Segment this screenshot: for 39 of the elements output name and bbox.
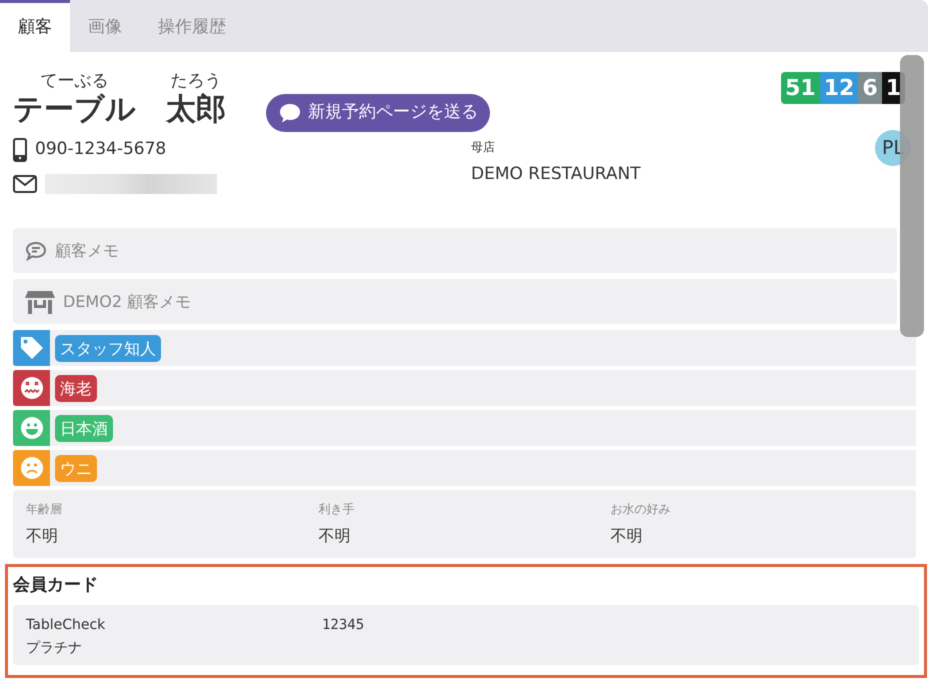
first-name: 太郎	[166, 92, 226, 128]
store-icon	[25, 290, 55, 314]
mail-icon	[13, 175, 37, 193]
dizzy-face-icon	[20, 376, 44, 400]
field-value: 不明	[318, 525, 352, 547]
tag-label[interactable]: 海老	[55, 374, 97, 402]
card-rank: プラチナ	[26, 638, 83, 658]
send-reservation-page-button[interactable]: 新規予約ページを送る	[266, 94, 490, 132]
sad-face-icon	[20, 456, 44, 480]
tag-label[interactable]: ウニ	[55, 454, 97, 482]
home-store: DEMO RESTAURANT	[471, 163, 641, 186]
mobile-phone-icon	[13, 138, 27, 162]
speech-bubble-icon	[25, 240, 47, 260]
visit-count-badge: 51	[781, 72, 820, 104]
name-reading: てーぶる	[40, 70, 108, 92]
field-label: 利き手	[318, 501, 356, 518]
name-reading: たろう	[170, 70, 222, 92]
section-title: 会員カード	[13, 574, 99, 597]
tab[interactable]: 顧客	[0, 0, 70, 52]
card-number: 12345	[322, 616, 366, 634]
phone-number: 090-1234-5678	[35, 138, 166, 162]
field-label: 母店	[471, 139, 496, 156]
visit-count-badge: 12	[820, 72, 858, 104]
tag-label[interactable]: スタッフ知人	[55, 334, 161, 362]
speech-bubble-icon	[278, 102, 302, 124]
field-value: 不明	[26, 525, 59, 547]
field-value: 不明	[610, 525, 644, 547]
card-brand: TableCheck	[26, 616, 106, 634]
smiley-face-icon	[20, 416, 44, 440]
tag-label[interactable]: 日本酒	[55, 414, 113, 442]
tag-icon	[18, 335, 44, 361]
visit-count-badge: 6	[858, 72, 882, 104]
memo-field[interactable]: DEMO2 顧客メモ	[13, 279, 897, 324]
tab[interactable]: 操作履歴	[140, 0, 244, 52]
field-label: お水の好み	[610, 501, 672, 518]
field-label: 年齢層	[26, 501, 63, 518]
tab[interactable]: 画像	[70, 0, 140, 52]
memo-field[interactable]: 顧客メモ	[13, 228, 897, 273]
last-name: テーブル	[13, 92, 136, 128]
